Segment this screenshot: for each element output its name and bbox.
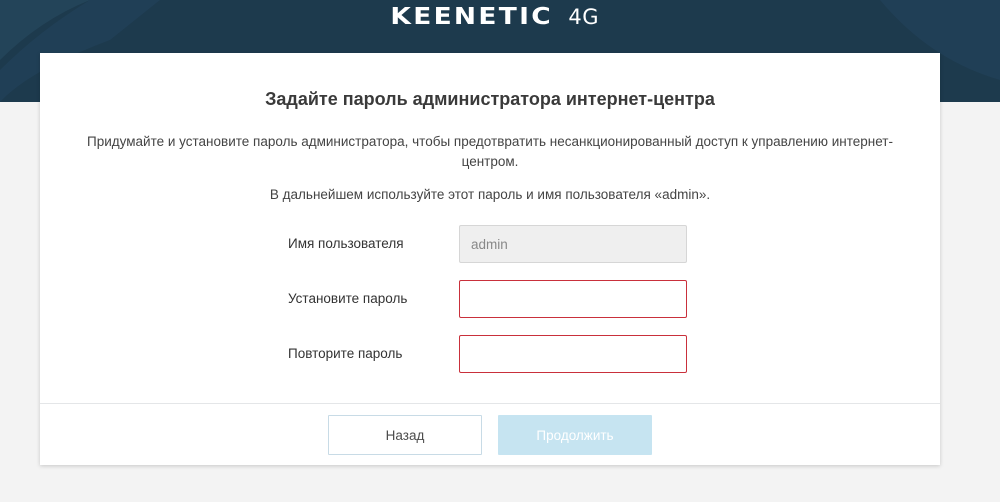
password-field[interactable]	[459, 280, 687, 318]
page-title: Задайте пароль администратора интернет-ц…	[265, 89, 715, 109]
username-label: Имя пользователя	[288, 236, 404, 251]
username-note: В дальнейшем используйте этот пароль и и…	[269, 187, 711, 202]
brand-logo: KEENETIC 4G	[0, 4, 1000, 30]
brand-model: 4G	[568, 5, 599, 29]
footer-divider	[40, 403, 940, 404]
back-button[interactable]: Назад	[328, 415, 482, 455]
continue-button[interactable]: Продолжить	[498, 415, 652, 455]
setup-card: Задайте пароль администратора интернет-ц…	[40, 53, 940, 465]
description-text: Придумайте и установите пароль администр…	[87, 134, 893, 169]
brand-name: KEENETIC	[390, 4, 553, 30]
repeat-password-field[interactable]	[459, 335, 687, 373]
username-field[interactable]	[459, 225, 687, 263]
password-label: Установите пароль	[288, 291, 408, 306]
repeat-password-label: Повторите пароль	[288, 346, 403, 361]
